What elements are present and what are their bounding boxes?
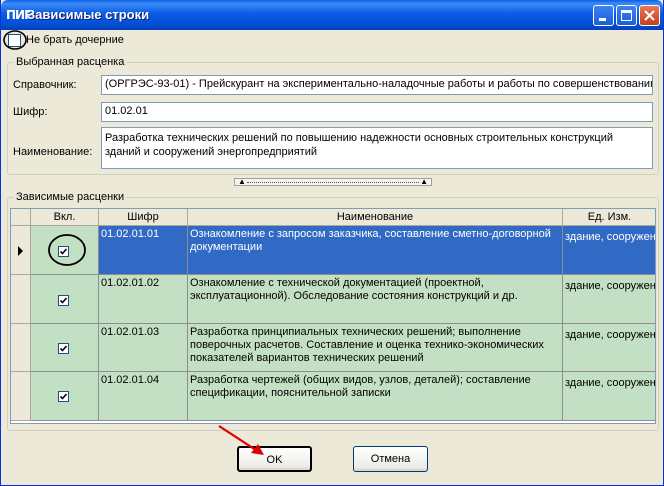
- dependent-rates-group-title: Зависимые расценки: [14, 191, 127, 203]
- checkmark-icon: [59, 297, 68, 304]
- include-checkbox[interactable]: [58, 343, 69, 354]
- table-row-unit-cell[interactable]: здание, сооружение: [563, 226, 655, 275]
- column-header-name[interactable]: Наименование: [188, 209, 563, 226]
- table-row-code-cell[interactable]: 01.02.01.03: [99, 324, 188, 372]
- column-header-include[interactable]: Вкл.: [31, 209, 99, 226]
- minimize-button[interactable]: [593, 5, 614, 26]
- name-label: Наименование:: [13, 146, 93, 158]
- reference-field[interactable]: (ОРГРЭС-93-01) - Прейскурант на эксперим…: [101, 75, 653, 95]
- current-row-arrow-icon: [18, 246, 23, 256]
- checkmark-icon: [59, 345, 68, 352]
- maximize-icon: [621, 10, 632, 21]
- row-indicator[interactable]: [11, 226, 31, 275]
- code-label: Шифр:: [13, 106, 48, 118]
- window-title: Зависимые строки: [27, 7, 150, 22]
- dependent-rates-grid[interactable]: Вкл. Шифр Наименование Ед. Изм. 01.02.01…: [10, 208, 656, 424]
- table-row-include-cell[interactable]: [31, 324, 99, 372]
- include-checkbox[interactable]: [58, 391, 69, 402]
- table-row-include-cell[interactable]: [31, 275, 99, 324]
- table-row-name-cell[interactable]: Разработка чертежей (общих видов, узлов,…: [188, 372, 563, 421]
- table-row-name-cell[interactable]: Ознакомление с технической документацией…: [188, 275, 563, 324]
- close-button[interactable]: [639, 5, 660, 26]
- exclude-children-label: Не брать дочерние: [26, 34, 124, 46]
- table-row-name-cell[interactable]: Разработка принципиальных технических ре…: [188, 324, 563, 372]
- table-row-code-cell[interactable]: 01.02.01.04: [99, 372, 188, 421]
- minimize-icon: [599, 18, 606, 21]
- reference-label: Справочник:: [13, 79, 77, 91]
- dialog-window: ПИР Зависимые строки Не брать дочерние В…: [0, 0, 664, 486]
- row-indicator-header: [11, 209, 31, 226]
- column-header-unit[interactable]: Ед. Изм.: [563, 209, 655, 226]
- maximize-button[interactable]: [616, 5, 637, 26]
- annotation-arrow-icon: [218, 425, 264, 455]
- table-row-name-cell[interactable]: Ознакомление с запросом заказчика, соста…: [188, 226, 563, 275]
- chevron-up-icon: ▲: [238, 177, 246, 186]
- row-indicator[interactable]: [11, 324, 31, 372]
- selected-rate-group-title: Выбранная расценка: [14, 56, 127, 68]
- chevron-up-icon: ▲: [420, 177, 428, 186]
- table-row-include-cell[interactable]: [31, 372, 99, 421]
- checkmark-icon: [59, 393, 68, 400]
- table-row-unit-cell[interactable]: здание, сооружение: [563, 324, 655, 372]
- include-checkbox[interactable]: [58, 295, 69, 306]
- name-field[interactable]: Разработка технических решений по повыше…: [101, 127, 653, 169]
- column-header-code[interactable]: Шифр: [99, 209, 188, 226]
- annotation-circle-icon: [48, 234, 86, 266]
- row-indicator[interactable]: [11, 275, 31, 324]
- cancel-button[interactable]: Отмена: [353, 446, 428, 472]
- table-row-code-cell[interactable]: 01.02.01.01: [99, 226, 188, 275]
- title-bar[interactable]: ПИР Зависимые строки: [1, 0, 663, 30]
- row-indicator[interactable]: [11, 372, 31, 421]
- annotation-circle-icon: [3, 30, 27, 50]
- table-row-unit-cell[interactable]: здание, сооружение: [563, 372, 655, 421]
- table-row-unit-cell[interactable]: здание, сооружение: [563, 275, 655, 324]
- close-icon: [644, 10, 655, 21]
- app-icon: ПИР: [6, 8, 33, 22]
- table-row-code-cell[interactable]: 01.02.01.02: [99, 275, 188, 324]
- code-field[interactable]: 01.02.01: [101, 102, 653, 122]
- splitter-handle[interactable]: ▲ ▲: [234, 178, 432, 186]
